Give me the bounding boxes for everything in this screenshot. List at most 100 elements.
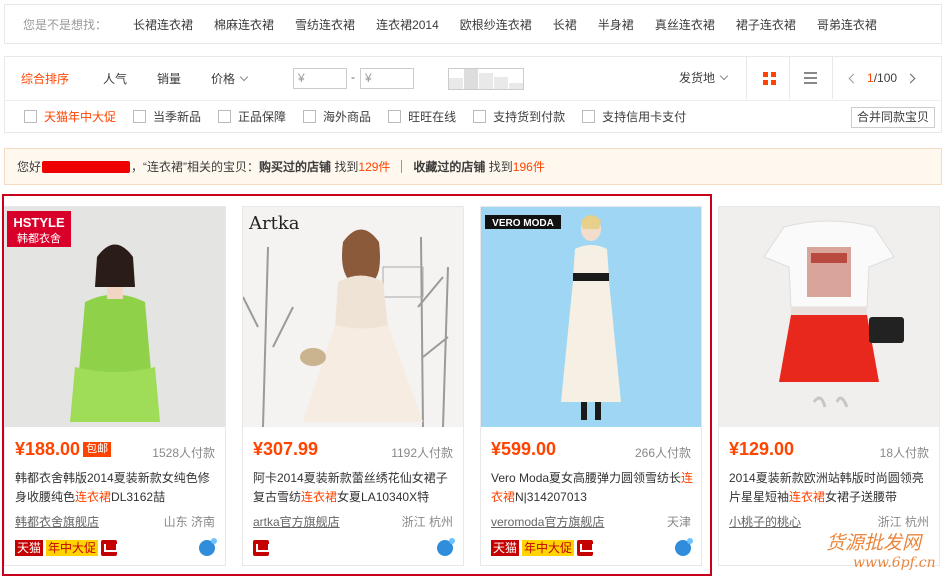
checkbox[interactable]	[303, 110, 317, 123]
checkbox[interactable]	[133, 110, 147, 123]
suggest-word[interactable]: 欧根纱连衣裙	[460, 16, 532, 33]
suggest-word[interactable]: 裙子连衣裙	[736, 16, 796, 33]
title-keyword: 连衣裙	[75, 490, 112, 504]
product-title[interactable]: Vero Moda夏女高腰弹力圆领雪纺长连衣裙N|314207013	[491, 469, 696, 507]
checkbox[interactable]	[24, 110, 37, 123]
sort-bar: 综合排序 人气 销量 价格 ¥ - ¥ 发货地 1/100	[4, 56, 942, 100]
shop-history-tip: 您好 ，“连衣裙”相关的宝贝： 购买过的店铺 找到 129件 收藏过的店铺 找到…	[4, 148, 942, 185]
suggest-word[interactable]: 连衣裙2014	[376, 16, 439, 33]
product-tags: 天猫 年中大促	[491, 540, 595, 556]
filter-label: 旺旺在线	[408, 110, 457, 124]
merge-same-items-button[interactable]: 合并同款宝贝	[850, 107, 935, 128]
title-text: 女夏LA10340X特	[337, 490, 430, 504]
checkbox[interactable]	[218, 110, 232, 123]
tmall-icon[interactable]	[253, 540, 270, 556]
filter-credit-card[interactable]: 支持信用卡支付	[582, 108, 686, 125]
suggest-word[interactable]: 真丝连衣裙	[655, 16, 715, 33]
suggest-word[interactable]: 哥弟连衣裙	[817, 16, 877, 33]
promo-tag[interactable]: 年中大促	[522, 540, 575, 556]
product-image[interactable]	[719, 207, 939, 427]
title-text: Vero Moda夏女高腰弹力圆领雪纺长	[491, 471, 682, 485]
sort-tab-popularity[interactable]: 人气	[87, 58, 143, 100]
divider	[401, 160, 403, 173]
tip-bought-label: 购买过的店铺	[259, 160, 332, 174]
wangwang-chat-icon[interactable]	[675, 538, 693, 556]
sort-tab-price[interactable]: 价格	[195, 58, 263, 100]
product-card[interactable]: ¥129.00 18人付款 2014夏装新款欧洲站韩版时尚圆领亮片星星短袖连衣裙…	[718, 206, 940, 566]
title-keyword: 连衣裙	[789, 490, 826, 504]
suggest-word[interactable]: 棉麻连衣裙	[214, 16, 274, 33]
checkbox[interactable]	[582, 110, 596, 123]
histogram-bar	[479, 73, 494, 89]
watermark-url: www.6pf.cn	[853, 555, 936, 571]
chevron-down-icon	[719, 71, 729, 81]
filter-label: 正品保障	[238, 110, 287, 124]
suggest-word[interactable]: 雪纺连衣裙	[295, 16, 355, 33]
product-title[interactable]: 2014夏装新款欧洲站韩版时尚圆领亮片星星短袖连衣裙女裙子送腰带	[729, 469, 934, 507]
title-text: DL3162喆	[111, 490, 166, 504]
tip-fav-label: 收藏过的店铺	[413, 160, 486, 174]
price-max-input[interactable]: ¥	[360, 68, 414, 89]
filter-wangwang-online[interactable]: 旺旺在线	[388, 108, 456, 125]
product-image[interactable]: Artka	[243, 207, 463, 427]
filter-label: 支持信用卡支付	[602, 110, 687, 124]
tmall-tag[interactable]: 天猫	[15, 540, 44, 556]
shop-link[interactable]: artka官方旗舰店	[253, 513, 340, 530]
ship-from-label: 发货地	[679, 71, 716, 85]
tmall-icon[interactable]	[101, 540, 119, 556]
product-deals: 18人付款	[879, 446, 929, 460]
next-page-icon[interactable]	[905, 73, 916, 83]
tmall-tag[interactable]: 天猫	[491, 540, 520, 556]
grid-view-icon[interactable]	[763, 72, 776, 85]
histogram-bar	[494, 77, 509, 89]
promo-tag[interactable]: 年中大促	[46, 540, 99, 556]
product-deals: 266人付款	[634, 446, 691, 460]
product-tags	[253, 540, 270, 556]
prev-page-icon[interactable]	[848, 73, 859, 83]
product-card[interactable]: HSTYLE 韩都衣舍 ¥188.00 包邮 1528人付款 韩都衣舍韩版2014…	[4, 206, 226, 566]
pager: 1/100	[848, 57, 916, 99]
tip-found: 找到	[488, 160, 513, 174]
shop-location: 山东 济南	[163, 515, 215, 529]
product-image[interactable]: VERO MODA	[481, 207, 701, 427]
histogram-bar	[464, 69, 479, 89]
filter-genuine[interactable]: 正品保障	[218, 108, 286, 125]
ship-from-dropdown[interactable]: 发货地	[679, 57, 729, 99]
wangwang-chat-icon[interactable]	[199, 538, 217, 556]
checkbox[interactable]	[388, 110, 402, 123]
wangwang-chat-icon[interactable]	[437, 538, 455, 556]
shop-link[interactable]: 小桃子的桃心	[729, 513, 801, 530]
divider	[789, 57, 790, 99]
product-title[interactable]: 韩都衣舍韩版2014夏装新款女纯色修身收腰纯色连衣裙DL3162喆	[15, 469, 220, 507]
tip-fav-count[interactable]: 196件	[513, 158, 545, 175]
product-title[interactable]: 阿卡2014夏装新款蕾丝绣花仙女裙子复古雪纺连衣裙女夏LA10340X特	[253, 469, 458, 507]
product-card[interactable]: Artka ¥307.99 1192人付款 阿卡2014夏装新款蕾丝绣花仙女裙子…	[242, 206, 464, 566]
price-value: ¥188.00	[15, 439, 81, 459]
filter-cod[interactable]: 支持货到付款	[473, 108, 565, 125]
suggest-word[interactable]: 长裙连衣裙	[133, 16, 193, 33]
product-image[interactable]: HSTYLE 韩都衣舍	[5, 207, 225, 427]
suggest-word[interactable]: 长裙	[553, 16, 577, 33]
filter-new-season[interactable]: 当季新品	[133, 108, 201, 125]
filter-label: 天猫年中大促	[44, 110, 117, 124]
checkbox[interactable]	[473, 110, 487, 123]
tmall-icon[interactable]	[577, 540, 595, 556]
product-card[interactable]: VERO MODA ¥599.00 266人付款 Vero Moda夏女高腰弹力…	[480, 206, 702, 566]
suggest-word[interactable]: 半身裙	[598, 16, 634, 33]
product-price: ¥307.99	[253, 439, 319, 459]
shop-link[interactable]: 韩都衣舍旗舰店	[15, 513, 99, 530]
product-deals: 1528人付款	[152, 446, 215, 460]
tip-bought-count[interactable]: 129件	[358, 158, 390, 175]
list-view-icon[interactable]	[804, 72, 817, 84]
suggest-label: 您是不是想找：	[23, 17, 108, 32]
price-histogram[interactable]	[448, 68, 524, 90]
sort-tab-default[interactable]: 综合排序	[5, 57, 86, 100]
filter-tmall-promo[interactable]: 天猫年中大促	[24, 108, 116, 125]
price-range-dash: -	[351, 70, 355, 84]
price-min-input[interactable]: ¥	[293, 68, 347, 89]
product-deals: 1192人付款	[391, 446, 453, 460]
filter-overseas[interactable]: 海外商品	[303, 108, 371, 125]
filter-label: 海外商品	[323, 110, 372, 124]
sort-tab-sales[interactable]: 销量	[141, 58, 197, 100]
shop-link[interactable]: veromoda官方旗舰店	[491, 513, 604, 530]
